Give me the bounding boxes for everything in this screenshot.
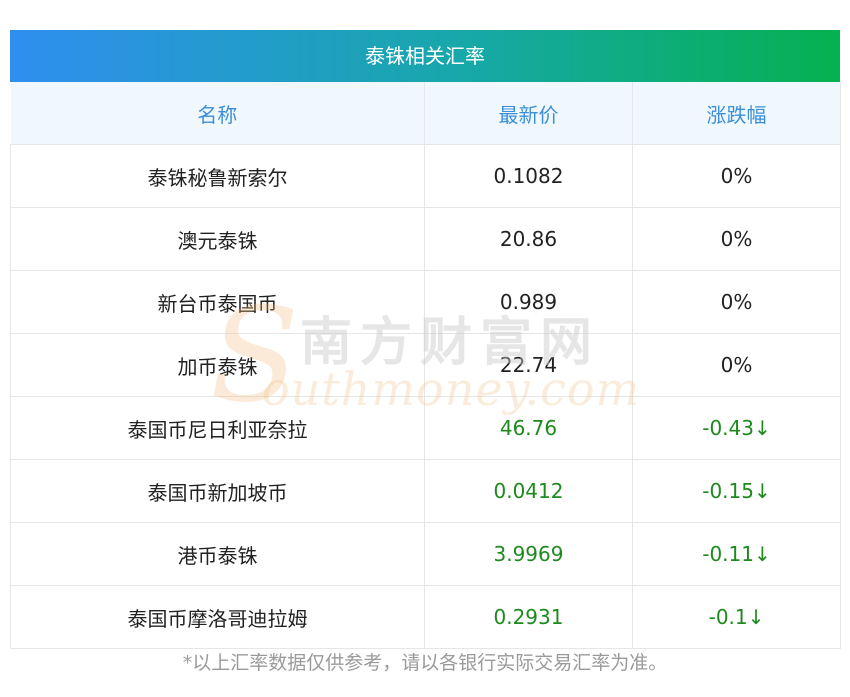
table-row: 泰铢秘鲁新索尔 0.1082 0%: [10, 144, 841, 208]
table-title: 泰铢相关汇率: [10, 30, 840, 82]
table-row: 泰国币新加坡币 0.0412 -0.15↓: [10, 459, 841, 523]
header-price: 最新价: [424, 82, 633, 145]
row-name: 澳元泰铢: [10, 207, 425, 271]
footnote: *以上汇率数据仅供参考，请以各银行实际交易汇率为准。: [182, 652, 668, 674]
row-price: 0.0412: [424, 459, 633, 523]
row-price: 0.1082: [424, 144, 633, 208]
table-row: 泰国币摩洛哥迪拉姆 0.2931 -0.1↓: [10, 585, 841, 649]
row-price: 0.2931: [424, 585, 633, 649]
watermark-english: outhmoney.com: [262, 362, 641, 416]
row-name: 泰铢秘鲁新索尔: [10, 144, 425, 208]
row-price: 20.86: [424, 207, 633, 271]
row-change: -0.15↓: [632, 459, 841, 523]
row-price: 3.9969: [424, 522, 633, 586]
row-change: 0%: [632, 207, 841, 271]
table-row: 澳元泰铢 20.86 0%: [10, 207, 841, 271]
header-change: 涨跌幅: [632, 82, 841, 145]
row-change: -0.11↓: [632, 522, 841, 586]
row-name: 泰国币新加坡币: [10, 459, 425, 523]
row-change: 0%: [632, 333, 841, 397]
row-name: 泰国币摩洛哥迪拉姆: [10, 585, 425, 649]
row-change: 0%: [632, 270, 841, 334]
row-change: -0.1↓: [632, 585, 841, 649]
row-change: 0%: [632, 144, 841, 208]
table-header-row: 名称 最新价 涨跌幅: [10, 82, 841, 145]
table-row: 港币泰铢 3.9969 -0.11↓: [10, 522, 841, 586]
header-name: 名称: [10, 82, 425, 145]
row-change: -0.43↓: [632, 396, 841, 460]
row-name: 港币泰铢: [10, 522, 425, 586]
